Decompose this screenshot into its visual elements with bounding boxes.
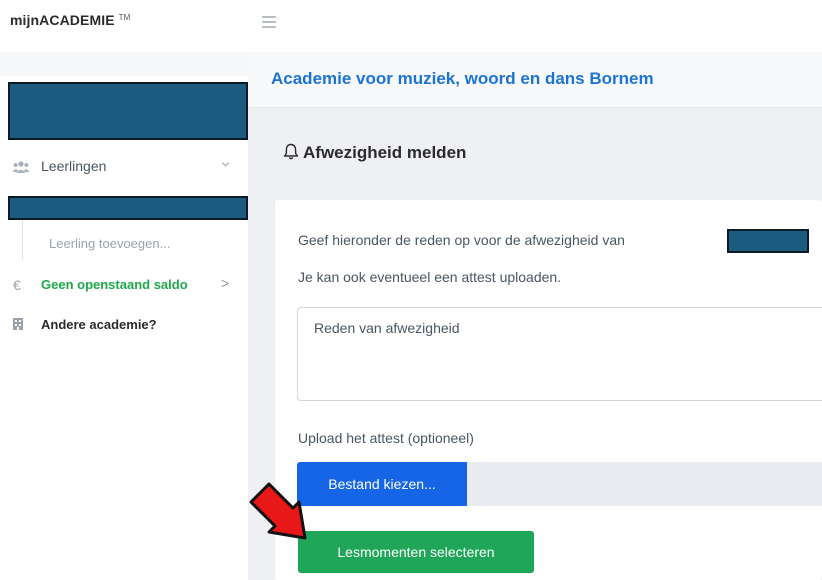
sidebar-item-andere-academie[interactable]: Andere academie? <box>0 314 248 336</box>
section-title: Afwezigheid melden <box>283 143 466 163</box>
sidebar-item-label: Leerlingen <box>41 158 107 174</box>
chevron-down-icon <box>221 162 230 167</box>
brand-name: mijnACADEMIE <box>10 12 115 28</box>
red-arrow-icon <box>249 482 307 540</box>
trademark-mark: TM <box>118 13 131 22</box>
sidebar: Leerlingen Leerling toevoegen... € Geen … <box>0 52 248 580</box>
main-header: Academie voor muziek, woord en dans Born… <box>248 52 822 108</box>
chevron-right-icon: > <box>221 275 230 291</box>
brand-logo[interactable]: mijnACADEMIE TM <box>10 12 130 28</box>
building-icon <box>13 318 23 330</box>
sidebar-item-label: Andere academie? <box>41 317 157 332</box>
saldo-label: Geen openstaand saldo <box>41 277 188 292</box>
redacted-profile-block <box>8 82 248 140</box>
redacted-student-name <box>8 196 248 220</box>
sidebar-item-saldo[interactable]: € Geen openstaand saldo > <box>0 274 248 296</box>
main-content: Academie voor muziek, woord en dans Born… <box>248 52 822 580</box>
page-title: Academie voor muziek, woord en dans Born… <box>271 69 654 88</box>
file-input[interactable]: Bestand kiezen... <box>297 462 822 506</box>
section-title-text: Afwezigheid melden <box>303 143 467 162</box>
attest-hint: Je kan ook eventueel een attest uploaden… <box>298 269 562 285</box>
hamburger-icon[interactable] <box>262 16 276 28</box>
sidebar-header-strip <box>0 52 248 76</box>
reason-textarea[interactable] <box>297 307 822 401</box>
users-icon <box>12 161 30 173</box>
intro-text: Geef hieronder de reden op voor de afwez… <box>298 232 625 248</box>
absence-form-card: Geef hieronder de reden op voor de afwez… <box>275 200 822 580</box>
sidebar-item-leerlingen[interactable]: Leerlingen <box>0 150 248 184</box>
tree-connector <box>22 220 23 260</box>
sidebar-item-leerling-toevoegen[interactable]: Leerling toevoegen... <box>49 236 170 251</box>
upload-label: Upload het attest (optioneel) <box>298 430 474 446</box>
redacted-student-name <box>727 229 809 253</box>
euro-icon: € <box>13 277 21 293</box>
top-bar: mijnACADEMIE TM <box>0 0 822 52</box>
select-lessons-button[interactable]: Lesmomenten selecteren <box>298 531 534 573</box>
bell-icon <box>283 143 299 160</box>
choose-file-button[interactable]: Bestand kiezen... <box>297 462 467 506</box>
